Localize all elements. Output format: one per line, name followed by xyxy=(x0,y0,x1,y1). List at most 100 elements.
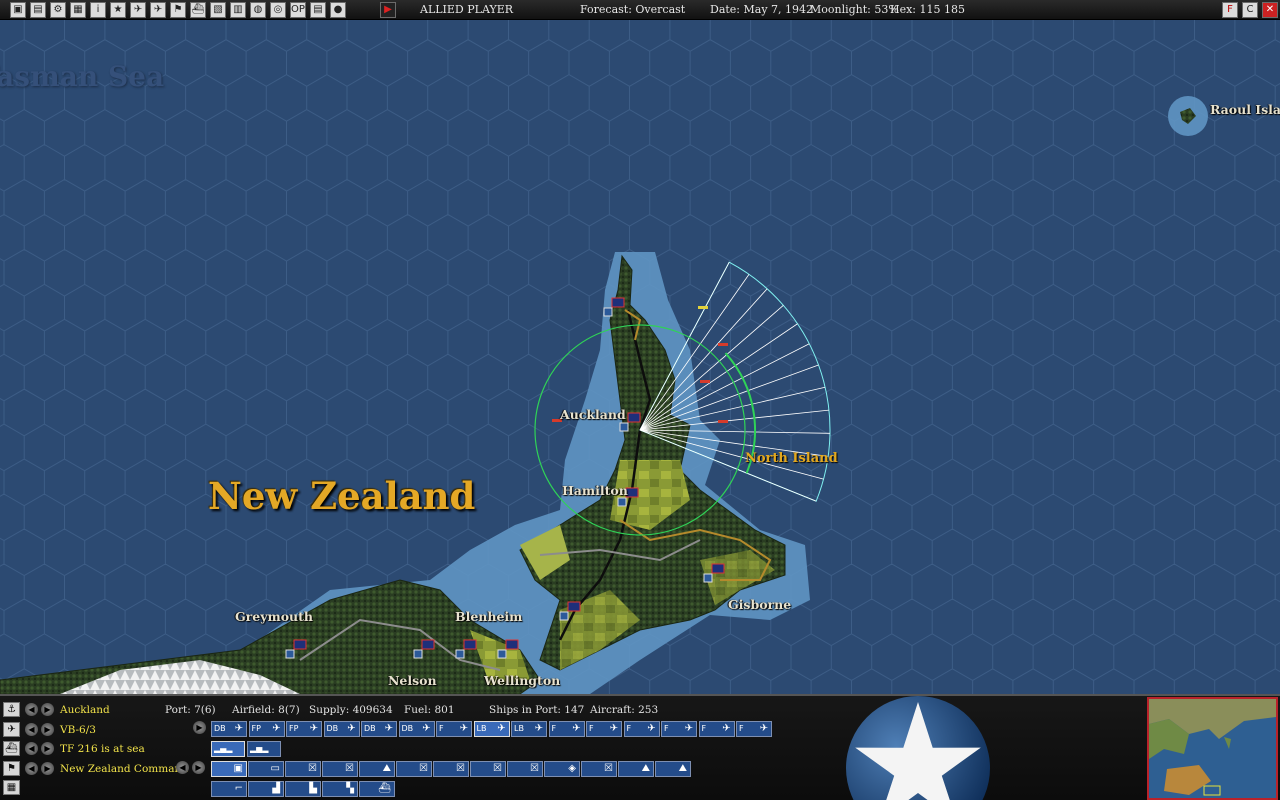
plane-icon: ✈ xyxy=(759,723,768,734)
air-unit-button[interactable]: FP ✈ xyxy=(248,721,285,737)
air-unit-button[interactable]: DB ✈ xyxy=(361,721,397,737)
command-prev-button[interactable]: ◀ xyxy=(176,761,189,774)
ground-unit-icon: ☒ xyxy=(604,763,613,774)
command-flag-icon[interactable]: ⚑ xyxy=(3,760,20,776)
town-label-blenheim[interactable]: Blenheim xyxy=(455,609,522,624)
ground-unit-button[interactable]: ☒ xyxy=(581,761,617,777)
air-type-label: DB xyxy=(326,724,339,733)
air-unit-button[interactable]: F ✈ xyxy=(661,721,697,737)
star-icon[interactable]: ★ xyxy=(110,2,126,18)
filter-icon[interactable]: F xyxy=(1222,2,1238,18)
anchor-icon[interactable]: ⚓ xyxy=(3,702,20,717)
row-label[interactable]: Auckland xyxy=(60,704,110,716)
air-unit-button[interactable]: F ✈ xyxy=(548,721,585,737)
air-unit-button[interactable]: F ✈ xyxy=(436,721,472,737)
ship-group-button-2[interactable]: ▂▅▂ xyxy=(247,741,281,757)
ground-unit-button[interactable]: ⛰ xyxy=(359,761,395,777)
town-label-auckland[interactable]: Auckland xyxy=(560,407,626,422)
ship-unit-button[interactable]: ⌐ xyxy=(211,781,247,797)
ship-unit-button[interactable]: ▙ xyxy=(285,781,321,797)
air-unit-button[interactable]: LB ✈ xyxy=(473,721,510,737)
fighter-icon[interactable]: ✈ xyxy=(150,2,166,18)
ground-unit-button[interactable]: ☒ xyxy=(322,761,358,777)
op-icon[interactable]: OP xyxy=(290,2,306,18)
ground-unit-button[interactable]: ☒ xyxy=(396,761,432,777)
row-next-button[interactable]: ▶ xyxy=(41,703,54,716)
ground-unit-button[interactable]: ▭ xyxy=(248,761,284,777)
mini-map[interactable] xyxy=(1147,697,1278,800)
town-label-greymouth[interactable]: Greymouth xyxy=(235,609,313,624)
ground-unit-button[interactable]: ☒ xyxy=(470,761,506,777)
plane-icon: ✈ xyxy=(384,723,393,734)
air-unit-button[interactable]: LB ✈ xyxy=(511,721,547,737)
row-prev-button[interactable]: ◀ xyxy=(25,761,38,775)
stat-label: Supply: 409634 xyxy=(309,704,393,716)
air-next-button[interactable]: ▶ xyxy=(193,721,206,734)
taskforce-icon[interactable]: ⛴ xyxy=(3,741,20,756)
town-label-wellington[interactable]: Wellington xyxy=(484,673,560,688)
air-unit-button[interactable]: F ✈ xyxy=(586,721,622,737)
row-prev-button[interactable]: ◀ xyxy=(25,742,38,755)
air-unit-button[interactable]: F ✈ xyxy=(698,721,735,737)
ground-unit-button[interactable]: ☒ xyxy=(507,761,543,777)
row-next-button[interactable]: ▶ xyxy=(41,722,54,736)
ground-unit-button[interactable]: ⛰ xyxy=(655,761,691,777)
air-unit-button[interactable]: DB ✈ xyxy=(211,721,247,737)
ship-icon: ⛴ xyxy=(378,783,391,794)
row-prev-button[interactable]: ◀ xyxy=(25,722,38,736)
close-icon[interactable]: ✕ xyxy=(1262,2,1278,18)
ship-unit-button[interactable]: ▚ xyxy=(322,781,358,797)
plane-icon: ✈ xyxy=(234,723,243,734)
plane-icon[interactable]: ✈ xyxy=(130,2,146,18)
play-icon[interactable]: ▶ xyxy=(380,2,396,18)
top-toolbar: ▣ ▤ ⚙ ▦ i ★ ✈ ✈ ⚑ ⛴ ▧ ▥ ◍ ◎ OP ▤ ● ▶ ALLIED PLAYER Foreca… xyxy=(0,0,1280,20)
center-icon[interactable]: C xyxy=(1242,2,1258,18)
row-label[interactable]: TF 216 is at sea xyxy=(60,743,145,755)
report-icon[interactable]: ▤ xyxy=(310,2,326,18)
aircraft-icon[interactable]: ✈ xyxy=(3,721,20,737)
ground-unit-button[interactable]: ☒ xyxy=(433,761,469,777)
list-icon[interactable]: ▤ xyxy=(30,2,46,18)
info-panel: ⚓ ◀ ▶ Auckland ✈ ◀ ▶ VB-6/3 ⛴ ◀ ▶ TF 216 is at sea ⚑… xyxy=(0,694,1280,800)
ground-unit-icon: ⛰ xyxy=(382,763,391,774)
ship-unit-button[interactable]: ▟ xyxy=(248,781,284,797)
town-label-gisborne[interactable]: Gisborne xyxy=(728,597,791,612)
flag-icon[interactable]: ⚑ xyxy=(170,2,186,18)
leader-icon[interactable]: ▦ xyxy=(3,780,20,795)
ship-unit-button[interactable]: ⛴ xyxy=(359,781,395,797)
air-unit-button[interactable]: DB ✈ xyxy=(323,721,360,737)
row-prev-button[interactable]: ◀ xyxy=(25,703,38,716)
gear-icon[interactable]: ⚙ xyxy=(50,2,66,18)
plane-icon: ✈ xyxy=(722,723,731,734)
screen-icon[interactable]: ▦ xyxy=(70,2,86,18)
camera-icon[interactable]: ● xyxy=(330,2,346,18)
town-label-raoul-island[interactable]: Raoul Island xyxy=(1210,102,1280,117)
air-unit-button[interactable]: F ✈ xyxy=(623,721,660,737)
air-unit-button[interactable]: F ✈ xyxy=(736,721,772,737)
ground-unit-button[interactable]: ☒ xyxy=(285,761,321,777)
air-unit-button[interactable]: FP ✈ xyxy=(286,721,322,737)
target-icon[interactable]: ◎ xyxy=(270,2,286,18)
ground-unit-button[interactable]: ⛰ xyxy=(618,761,654,777)
ship-icon[interactable]: ⛴ xyxy=(190,2,206,18)
plane-icon: ✈ xyxy=(684,723,693,734)
game-map[interactable]: Tasman Sea New Zealand North Island Auck… xyxy=(0,20,1280,694)
town-label-nelson[interactable]: Nelson xyxy=(388,673,437,688)
row-next-button[interactable]: ▶ xyxy=(41,742,54,755)
supply-icon[interactable]: ▥ xyxy=(230,2,246,18)
row-label[interactable]: VB-6/3 xyxy=(60,724,96,736)
town-label-hamilton[interactable]: Hamilton xyxy=(562,483,628,498)
info-icon[interactable]: i xyxy=(90,2,106,18)
ground-unit-button[interactable]: ◈ xyxy=(544,761,580,777)
globe-icon[interactable]: ◍ xyxy=(250,2,266,18)
display-icon[interactable]: ▣ xyxy=(10,2,26,18)
plane-icon: ✈ xyxy=(647,723,656,734)
air-unit-button[interactable]: DB ✈ xyxy=(398,721,435,737)
map-icon[interactable]: ▧ xyxy=(210,2,226,18)
row-label[interactable]: New Zealand Command xyxy=(60,763,188,775)
row-next-button[interactable]: ▶ xyxy=(41,761,54,775)
ground-unit-button[interactable]: ▣ xyxy=(211,761,247,777)
ship-group-button-1[interactable]: ▂▄▂ xyxy=(211,741,245,757)
ground-unit-icon: ▣ xyxy=(233,763,243,774)
command-next-button[interactable]: ▶ xyxy=(192,761,205,774)
